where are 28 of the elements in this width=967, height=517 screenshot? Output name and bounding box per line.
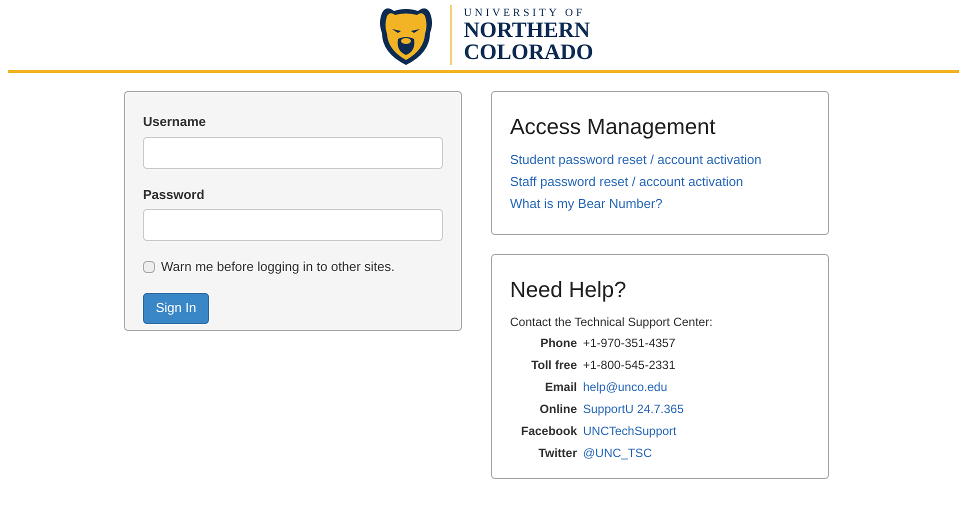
password-label: Password xyxy=(143,186,206,204)
help-intro: Contact the Technical Support Center: xyxy=(510,314,713,331)
help-title: Need Help? xyxy=(510,276,626,304)
contact-label: Phone xyxy=(539,335,577,352)
username-label: Username xyxy=(143,113,207,131)
access-link[interactable]: What is my Bear Number? xyxy=(510,193,662,215)
contact-label: Email xyxy=(544,379,577,396)
contact-label: Twitter xyxy=(538,445,577,462)
logo-text: NORTHERN xyxy=(464,18,592,40)
contact-link[interactable]: SupportU 24.7.365 xyxy=(583,398,684,420)
contact-label: Facebook xyxy=(520,423,577,440)
contact-link[interactable]: UNCTechSupport xyxy=(583,420,684,442)
access-link[interactable]: Student password reset / account activation xyxy=(510,149,762,171)
logo-text: UNIVERSITY OF xyxy=(464,8,586,18)
contact-label: Online xyxy=(538,401,577,418)
contact-value: +1-970-351-4357 xyxy=(583,335,676,352)
sign-in-button[interactable]: Sign In xyxy=(143,292,209,324)
username-field[interactable] xyxy=(143,136,443,168)
logo-text: COLORADO xyxy=(464,40,594,62)
contact-link[interactable]: @UNC_TSC xyxy=(583,442,684,464)
contact-label: Toll free xyxy=(530,357,577,374)
warn-checkbox[interactable] xyxy=(143,260,155,273)
access-title: Access Management xyxy=(510,113,716,141)
access-link[interactable]: Staff password reset / account activation xyxy=(510,171,744,193)
warn-label: Warn me before logging in to other sites. xyxy=(161,258,395,276)
password-field[interactable] xyxy=(143,209,443,241)
contact-link[interactable]: help@unco.edu xyxy=(583,376,684,398)
contact-value: +1-800-545-2331 xyxy=(583,357,676,374)
